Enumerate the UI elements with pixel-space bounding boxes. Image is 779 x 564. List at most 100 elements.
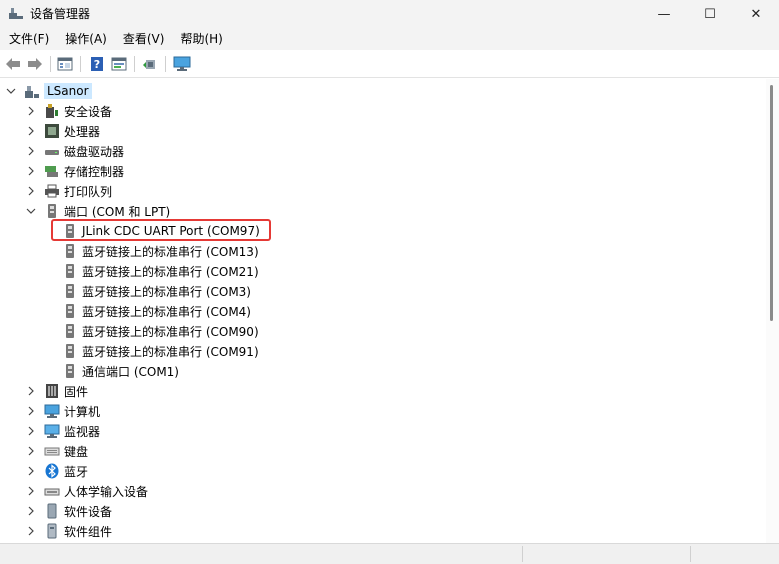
port-icon [62,283,78,299]
chevron-right-icon[interactable] [24,444,38,458]
port-label: 蓝牙链接上的标准串行 (COM21) [82,264,259,279]
menu-view[interactable]: 查看(V) [115,28,173,50]
toolbar: ? [0,50,779,78]
vertical-scrollbar[interactable] [766,79,779,543]
port-label: 蓝牙链接上的标准串行 (COM13) [82,244,259,259]
storage-controller-icon [44,163,60,179]
port-item[interactable]: 蓝牙链接上的标准串行 (COM13) [62,241,259,261]
chevron-right-icon[interactable] [24,144,38,158]
category-label: 磁盘驱动器 [64,144,125,159]
chevron-down-icon[interactable] [24,204,38,218]
port-item[interactable]: 蓝牙链接上的标准串行 (COM91) [62,341,259,361]
close-button[interactable]: ✕ [733,0,779,28]
chevron-down-icon[interactable] [4,84,18,98]
help-icon[interactable]: ? [87,55,107,73]
scrollbar-thumb[interactable] [770,85,773,321]
menu-file[interactable]: 文件(F) [0,28,57,50]
keyboard-icon [44,443,60,459]
computer-network-icon [24,83,40,99]
category-label: 端口 (COM 和 LPT) [64,204,171,219]
chevron-right-icon[interactable] [24,424,38,438]
menu-help[interactable]: 帮助(H) [172,28,230,50]
tree-category[interactable]: 键盘 [24,441,88,461]
port-icon [62,263,78,279]
tree-category[interactable]: 软件设备 [24,501,112,521]
tree-category[interactable]: 安全设备 [24,101,112,121]
category-label: 软件组件 [64,524,113,539]
port-item[interactable]: 蓝牙链接上的标准串行 (COM3) [62,281,251,301]
port-item[interactable]: 通信端口 (COM1) [62,361,179,381]
chevron-right-icon[interactable] [24,484,38,498]
tree-category[interactable]: 处理器 [24,121,100,141]
port-label: 蓝牙链接上的标准串行 (COM90) [82,324,259,339]
category-label: 固件 [64,384,89,399]
tree-category[interactable]: 存储控制器 [24,161,124,181]
port-label: 蓝牙链接上的标准串行 (COM4) [82,304,251,319]
chevron-right-icon[interactable] [24,124,38,138]
category-label: 键盘 [64,444,89,459]
category-label: 人体学输入设备 [64,484,149,499]
title-bar: 设备管理器 — ☐ ✕ [0,0,779,28]
category-label: 软件设备 [64,504,113,519]
scan-hardware-icon[interactable] [140,55,160,73]
port-item[interactable]: 蓝牙链接上的标准串行 (COM90) [62,321,259,341]
port-item[interactable]: 蓝牙链接上的标准串行 (COM4) [62,301,251,321]
forward-arrow-icon[interactable] [25,55,45,73]
chevron-right-icon[interactable] [24,504,38,518]
tree-category[interactable]: 人体学输入设备 [24,481,148,501]
software-component-icon [44,523,60,539]
update-driver-icon[interactable] [109,55,129,73]
minimize-button[interactable]: — [641,0,687,28]
processor-icon [44,123,60,139]
chevron-right-icon[interactable] [24,164,38,178]
back-arrow-icon[interactable] [3,55,23,73]
tree-category[interactable]: 磁盘驱动器 [24,141,124,161]
chevron-right-icon[interactable] [24,104,38,118]
tree-category-ports[interactable]: 端口 (COM 和 LPT) [24,201,170,221]
tree-category[interactable]: 打印队列 [24,181,112,201]
port-icon [62,323,78,339]
chevron-right-icon[interactable] [24,404,38,418]
printer-icon [44,183,60,199]
menu-action[interactable]: 操作(A) [57,28,115,50]
category-label: 计算机 [64,404,101,419]
device-manager-app-icon [8,5,24,21]
firmware-icon [44,383,60,399]
port-label: 蓝牙链接上的标准串行 (COM3) [82,284,251,299]
security-device-icon [44,103,60,119]
chevron-right-icon[interactable] [24,524,38,538]
tree-category[interactable]: 计算机 [24,401,100,421]
chevron-right-icon[interactable] [24,184,38,198]
monitor-icon [44,423,60,439]
port-icon [62,243,78,259]
bluetooth-icon [44,463,60,479]
port-icon [44,203,60,219]
tree-root[interactable]: LSanor [4,81,92,101]
category-label: 打印队列 [64,184,113,199]
properties-icon[interactable] [55,55,75,73]
port-icon [62,303,78,319]
category-label: 安全设备 [64,104,113,119]
highlight-box [51,219,271,241]
software-device-icon [44,503,60,519]
category-label: 存储控制器 [64,164,125,179]
tree-category[interactable]: 固件 [24,381,88,401]
port-item[interactable]: 蓝牙链接上的标准串行 (COM21) [62,261,259,281]
tree-category[interactable]: 蓝牙 [24,461,88,481]
device-tree: LSanor 安全设备 处理器 磁盘驱动器 存储控制器 打印队列 端口 (COM… [0,79,766,543]
maximize-button[interactable]: ☐ [687,0,733,28]
port-label: 通信端口 (COM1) [82,364,179,379]
chevron-right-icon[interactable] [24,464,38,478]
tree-category[interactable]: 监视器 [24,421,100,441]
svg-text:?: ? [94,58,100,71]
category-label: 监视器 [64,424,101,439]
disk-drive-icon [44,143,60,159]
chevron-right-icon[interactable] [24,384,38,398]
tree-category[interactable]: 软件组件 [24,521,112,541]
port-label: 蓝牙链接上的标准串行 (COM91) [82,344,259,359]
category-label: 蓝牙 [64,464,89,479]
root-label: LSanor [44,83,92,99]
port-icon [62,363,78,379]
monitor-icon[interactable] [172,55,192,73]
menu-bar: 文件(F) 操作(A) 查看(V) 帮助(H) [0,28,779,50]
